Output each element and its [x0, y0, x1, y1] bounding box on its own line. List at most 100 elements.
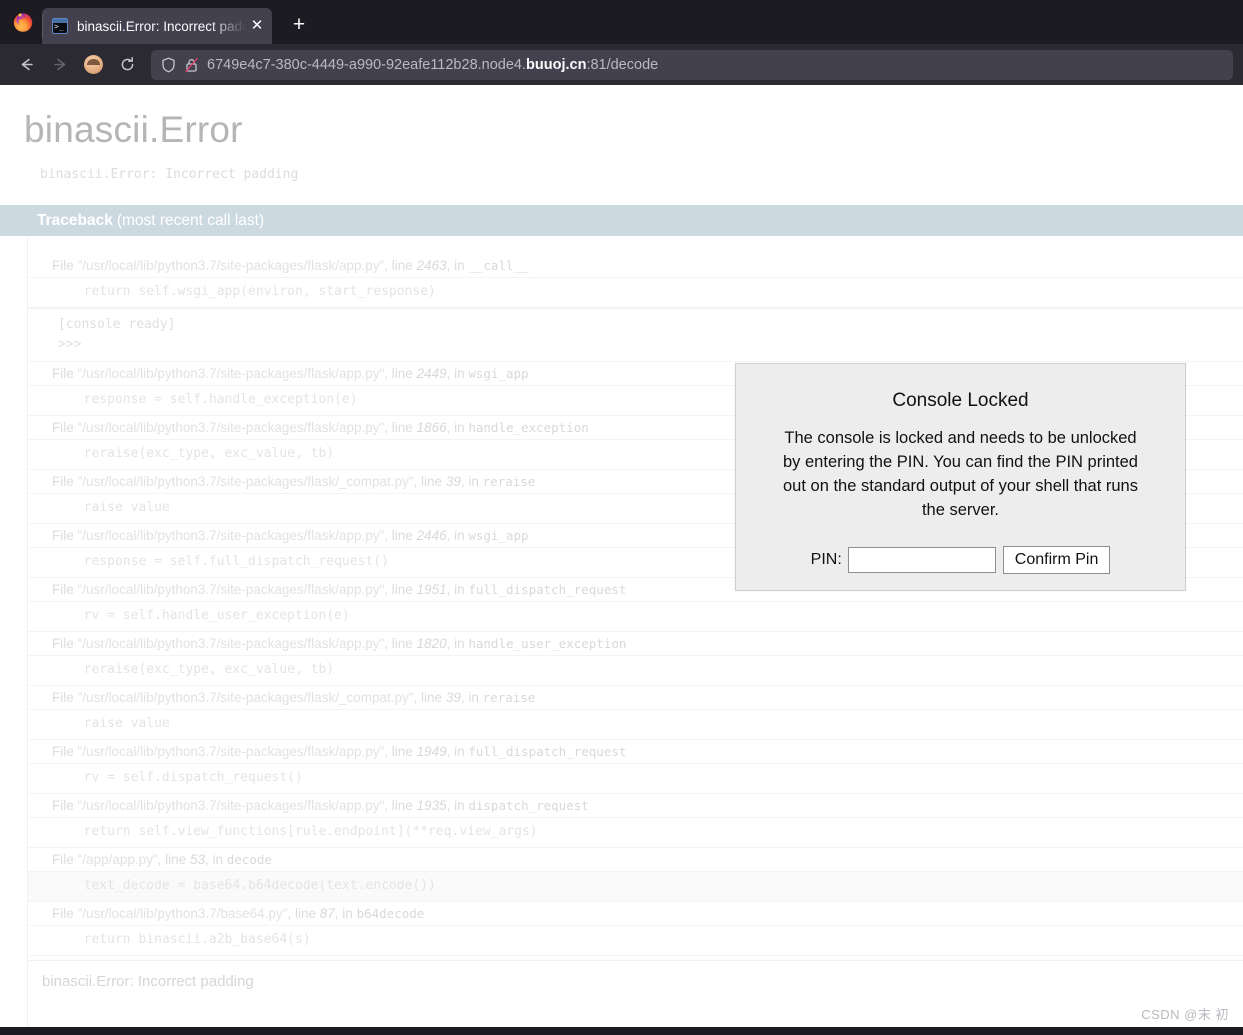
frame-line-label: , line	[287, 906, 320, 921]
frame-file-label: File	[52, 474, 78, 489]
frame-file-label: File	[52, 420, 78, 435]
frame-in-label: , in	[204, 852, 227, 867]
frame-location: File "/app/app.py", line 53, in decode	[28, 848, 1243, 871]
frame-file-path: "/usr/local/lib/python3.7/site-packages/…	[77, 744, 385, 759]
dialog-title: Console Locked	[892, 390, 1029, 411]
frame-line-number: 1949	[416, 744, 447, 759]
frame-file-label: File	[52, 636, 78, 651]
frame-file-path: "/usr/local/lib/python3.7/site-packages/…	[77, 798, 385, 813]
frame-function-name: decode	[226, 852, 272, 867]
frame-line-number: 53	[189, 852, 205, 867]
frame-function-name: reraise	[482, 690, 536, 705]
frame-file-path: "/usr/local/lib/python3.7/site-packages/…	[77, 258, 385, 273]
frame-line-label: , line	[384, 798, 417, 813]
frame-line-label: , line	[384, 366, 417, 381]
pin-form: PIN: Confirm Pin	[736, 545, 1185, 574]
frame-function-name: wsgi_app	[468, 366, 529, 381]
frame-line-label: , line	[384, 582, 417, 597]
frame-file-path: "/usr/local/lib/python3.7/site-packages/…	[77, 474, 414, 489]
frame-function-name: dispatch_request	[468, 798, 589, 813]
frame-function-name: handle_exception	[468, 420, 589, 435]
frame-in-label: , in	[446, 420, 469, 435]
frame-file-label: File	[52, 798, 78, 813]
close-icon[interactable]: ✕	[248, 17, 266, 35]
frame-file-path: "/usr/local/lib/python3.7/base64.py"	[77, 906, 288, 921]
url-host: buuoj.cn	[526, 56, 587, 73]
final-error-message: binascii.Error: Incorrect padding	[28, 960, 1243, 990]
back-button[interactable]	[10, 50, 42, 80]
frame-location: File "/usr/local/lib/python3.7/site-pack…	[28, 794, 1243, 817]
frame-in-label: , in	[446, 798, 469, 813]
frame-file-path: "/app/app.py"	[77, 852, 158, 867]
url-text: 6749e4c7-380c-4449-a990-92eafe112b28.nod…	[207, 57, 658, 73]
new-tab-button[interactable]: +	[284, 10, 314, 40]
traceback-frame: File "/usr/local/lib/python3.7/base64.py…	[28, 902, 1243, 956]
frame-in-label: , in	[446, 636, 469, 651]
traceback-frame: File "/usr/local/lib/python3.7/site-pack…	[28, 686, 1243, 740]
frame-file-label: File	[52, 744, 78, 759]
reload-button[interactable]	[111, 50, 143, 80]
watermark: CSDN @末 初	[1141, 1007, 1229, 1022]
navigation-bar: 6749e4c7-380c-4449-a990-92eafe112b28.nod…	[0, 44, 1243, 85]
frame-line-label: , line	[384, 258, 417, 273]
frame-location: File "/usr/local/lib/python3.7/site-pack…	[28, 686, 1243, 709]
frame-file-label: File	[52, 690, 78, 705]
page-title: binascii.Error	[24, 109, 243, 150]
console-locked-dialog: Console Locked The console is locked and…	[735, 363, 1186, 591]
url-suffix: :81/decode	[586, 56, 659, 73]
firefox-logo-icon	[12, 11, 34, 33]
dialog-description: The console is locked and needs to be un…	[783, 429, 1138, 519]
url-bar[interactable]: 6749e4c7-380c-4449-a990-92eafe112b28.nod…	[151, 49, 1233, 80]
tab-strip: binascii.Error: Incorrect paddi ✕ +	[0, 0, 1243, 44]
frame-function-name: full_dispatch_request	[468, 744, 627, 759]
frame-file-path: "/usr/local/lib/python3.7/site-packages/…	[77, 636, 385, 651]
frame-line-label: , line	[384, 744, 417, 759]
frame-in-label: , in	[446, 582, 469, 597]
frame-in-label: , in	[460, 474, 483, 489]
pin-input[interactable]	[847, 546, 996, 573]
frame-file-label: File	[52, 366, 78, 381]
frame-line-number: 1951	[416, 582, 447, 597]
frame-line-label: , line	[157, 852, 190, 867]
frame-source-line: reraise(exc_type, exc_value, tb)	[28, 655, 1243, 686]
frame-file-path: "/usr/local/lib/python3.7/site-packages/…	[77, 528, 385, 543]
frame-file-label: File	[52, 528, 78, 543]
traceback-header: Traceback (most recent call last)	[0, 205, 1243, 236]
frame-line-number: 1866	[416, 420, 447, 435]
frame-file-path: "/usr/local/lib/python3.7/site-packages/…	[77, 366, 385, 381]
frame-file-label: File	[52, 258, 78, 273]
page-content: binascii.Error binascii.Error: Incorrect…	[0, 85, 1243, 1035]
tab-title: binascii.Error: Incorrect paddi	[77, 18, 246, 34]
frame-function-name: __call__	[468, 258, 529, 273]
frame-in-label: , in	[446, 366, 469, 381]
traceback-frame: File "/app/app.py", line 53, in decode t…	[28, 848, 1243, 902]
lock-crossed-insecure-icon[interactable]	[184, 57, 199, 73]
frame-source-line: return self.view_functions[rule.endpoint…	[28, 817, 1243, 848]
interactive-console[interactable]: [console ready] >>>	[28, 308, 1243, 362]
frame-line-label: , line	[384, 420, 417, 435]
frames-container: File "/usr/local/lib/python3.7/site-pack…	[28, 254, 1243, 956]
frame-location: File "/usr/local/lib/python3.7/base64.py…	[28, 902, 1243, 925]
url-prefix: 6749e4c7-380c-4449-a990-92eafe112b28.nod…	[207, 56, 527, 73]
shield-icon[interactable]	[161, 57, 176, 73]
frame-line-label: , line	[384, 636, 417, 651]
frame-file-label: File	[52, 582, 78, 597]
account-avatar[interactable]	[84, 55, 103, 74]
frame-location: File "/usr/local/lib/python3.7/site-pack…	[28, 632, 1243, 655]
frame-line-label: , line	[413, 690, 446, 705]
forward-button[interactable]	[44, 50, 76, 80]
browser-tab[interactable]: binascii.Error: Incorrect paddi ✕	[42, 8, 272, 44]
frame-function-name: handle_user_exception	[468, 636, 627, 651]
bottom-bar	[0, 1027, 1243, 1035]
traceback-frame: File "/usr/local/lib/python3.7/site-pack…	[28, 254, 1243, 308]
frame-location: File "/usr/local/lib/python3.7/site-pack…	[28, 740, 1243, 763]
frame-line-number: 1935	[416, 798, 447, 813]
traceback-sublabel: (most recent call last)	[116, 211, 265, 229]
frame-source-line: return binascii.a2b_base64(s)	[28, 925, 1243, 956]
frame-location: File "/usr/local/lib/python3.7/site-pack…	[28, 254, 1243, 277]
frame-file-path: "/usr/local/lib/python3.7/site-packages/…	[77, 582, 385, 597]
terminal-favicon-icon	[52, 18, 68, 34]
confirm-pin-button[interactable]: Confirm Pin	[1002, 545, 1111, 574]
frame-line-number: 2449	[416, 366, 447, 381]
frame-source-line: rv = self.dispatch_request()	[28, 763, 1243, 794]
